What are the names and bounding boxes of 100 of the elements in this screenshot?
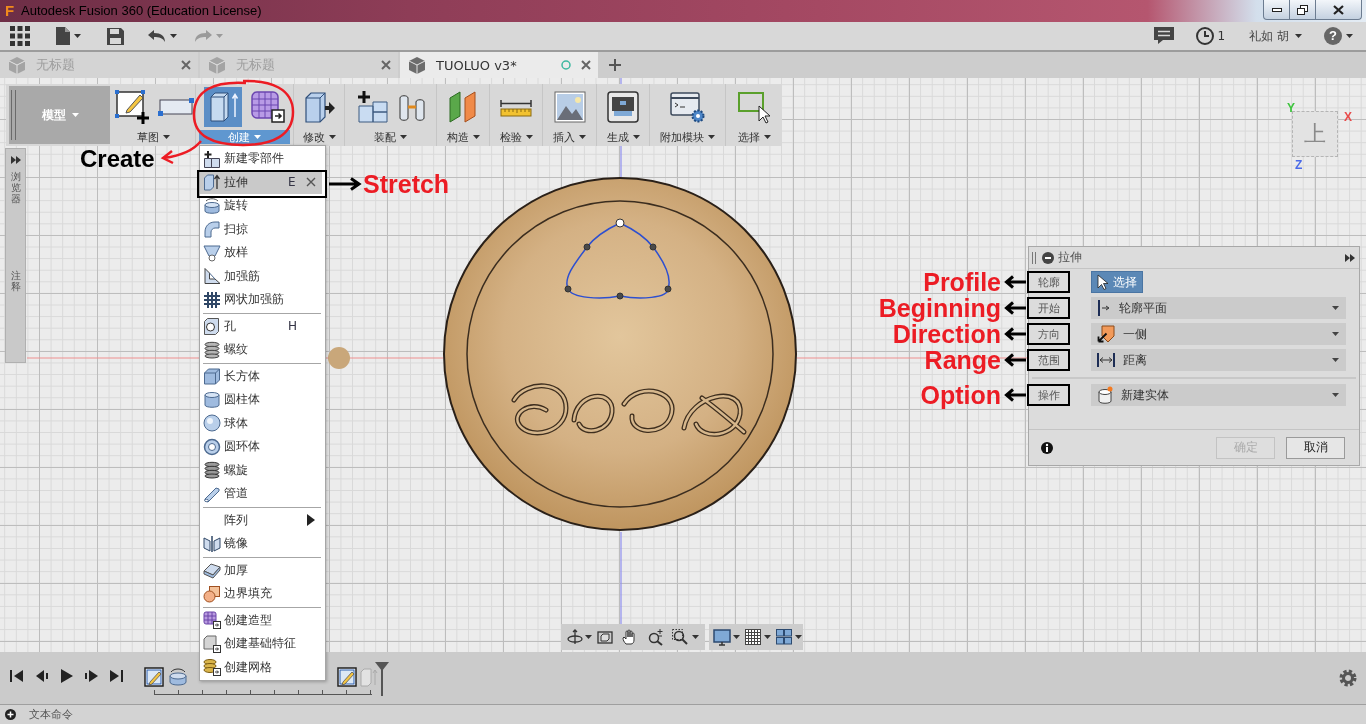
caret-icon[interactable] <box>795 635 802 639</box>
menu-item[interactable]: 边界填充 <box>200 582 322 606</box>
skip-to-start-icon[interactable] <box>10 669 23 683</box>
grid-cube-import-icon[interactable] <box>249 90 286 124</box>
menu-item[interactable]: 镜像 <box>200 532 322 556</box>
caret-icon[interactable] <box>764 635 771 639</box>
caret-icon[interactable] <box>585 635 592 639</box>
hand-icon[interactable] <box>622 629 638 645</box>
sketch-point[interactable] <box>564 285 572 293</box>
timeline-marker[interactable] <box>375 662 389 696</box>
caret-icon[interactable] <box>74 34 81 38</box>
caret-icon[interactable] <box>733 635 740 639</box>
grip-handle-icon[interactable] <box>1032 251 1036 264</box>
group-dropdown[interactable]: 插入 <box>547 130 592 144</box>
apps-grid-icon[interactable] <box>10 26 30 46</box>
play-icon[interactable] <box>60 669 73 683</box>
caret-icon[interactable] <box>328 135 336 139</box>
menu-item[interactable]: 旋转 <box>200 194 322 218</box>
group-dropdown[interactable]: 附加模块 <box>654 130 721 144</box>
caret-icon[interactable] <box>170 34 177 38</box>
settings-icon[interactable] <box>1339 669 1357 687</box>
close-icon[interactable] <box>581 60 591 70</box>
help-button[interactable]: ? <box>1324 27 1342 45</box>
menu-item[interactable]: 创建造型 <box>200 608 322 632</box>
caret-icon[interactable] <box>1346 34 1353 38</box>
document-tab[interactable]: TUOLUO v3* <box>400 52 598 78</box>
group-dropdown[interactable]: 检验 <box>493 130 539 144</box>
group-dropdown[interactable]: 构造 <box>440 130 486 144</box>
step-back-icon[interactable] <box>35 669 48 683</box>
caret-icon[interactable] <box>579 135 586 139</box>
caret-icon[interactable] <box>1332 306 1339 310</box>
user-name[interactable]: 礼如 胡 <box>1249 27 1289 45</box>
close-icon[interactable] <box>181 60 191 70</box>
menu-item[interactable]: 放样 <box>200 241 322 265</box>
sketch-point[interactable] <box>583 243 591 251</box>
plus-circle-icon[interactable] <box>5 709 16 720</box>
command-panel-toggle[interactable]: 文本命令 <box>29 707 73 722</box>
menu-item[interactable]: 阵列 <box>200 508 322 532</box>
grid-icon[interactable] <box>745 629 761 645</box>
group-dropdown[interactable]: 草图 <box>131 130 176 144</box>
caret-icon[interactable] <box>163 135 170 139</box>
caret-icon[interactable] <box>1332 358 1339 362</box>
ruler-icon[interactable] <box>500 97 532 117</box>
menu-item[interactable]: 圆柱体 <box>200 388 322 412</box>
select-button[interactable]: 选择 <box>1091 271 1143 293</box>
dropdown-field[interactable]: 新建实体 <box>1091 384 1346 406</box>
push-box-icon[interactable] <box>303 90 335 124</box>
viewports-icon[interactable] <box>776 629 792 645</box>
caret-icon[interactable] <box>1332 393 1339 397</box>
menu-item[interactable]: 长方体 <box>200 364 322 388</box>
caret-icon[interactable] <box>763 135 771 139</box>
undo-icon[interactable] <box>148 29 166 43</box>
menu-item[interactable]: 新建零部件 <box>200 147 322 171</box>
close-icon[interactable] <box>306 177 316 188</box>
sketch-feature-icon[interactable] <box>337 667 357 687</box>
step-forward-icon[interactable] <box>85 669 98 683</box>
skip-to-end-icon[interactable] <box>110 669 123 683</box>
sketch-point[interactable] <box>615 218 625 228</box>
group-dropdown[interactable]: 装配 <box>368 130 413 144</box>
dropdown-field[interactable]: 轮廓平面 <box>1091 297 1346 319</box>
framed-box-icon[interactable] <box>597 629 613 645</box>
comment-icon[interactable] <box>1153 27 1174 45</box>
caret-icon[interactable] <box>400 135 407 139</box>
menu-item[interactable]: 创建基础特征 <box>200 632 322 656</box>
menu-item[interactable]: 管道 <box>200 482 322 506</box>
caret-icon[interactable] <box>525 135 533 139</box>
printer-icon[interactable] <box>607 91 639 123</box>
menu-item[interactable]: 螺纹 <box>200 338 322 362</box>
orbit-icon[interactable] <box>567 629 583 645</box>
caret-icon[interactable] <box>472 135 480 139</box>
menu-item[interactable]: 加厚 <box>200 558 322 582</box>
menu-item[interactable]: 孔 H <box>200 314 322 338</box>
panel-tab[interactable]: 注释 <box>10 270 21 292</box>
revolve-feature-icon[interactable] <box>168 667 188 687</box>
expand-icon[interactable] <box>1345 253 1355 262</box>
caret-icon[interactable] <box>708 135 715 139</box>
close-icon[interactable] <box>381 60 391 70</box>
group-dropdown[interactable]: 选择 <box>731 130 777 144</box>
select-rectangle-icon[interactable] <box>737 90 771 124</box>
menu-item[interactable]: 拉伸 E <box>200 170 322 194</box>
menu-item[interactable]: 网状加强筋 <box>200 288 322 312</box>
plus-icon[interactable] <box>609 59 621 71</box>
menu-item[interactable]: 创建网格 <box>200 655 322 679</box>
menu-item[interactable]: 螺旋 <box>200 458 322 482</box>
script-gear-icon[interactable] <box>669 90 706 124</box>
grip-handle-icon[interactable] <box>11 90 16 140</box>
close-button[interactable] <box>1316 0 1362 20</box>
menu-item[interactable]: 圆环体 <box>200 435 322 459</box>
collapse-icon[interactable] <box>1042 251 1054 264</box>
menu-item[interactable]: 加强筋 <box>200 264 322 288</box>
caret-icon[interactable] <box>692 635 699 639</box>
dropdown-field[interactable]: 一侧 <box>1091 323 1346 345</box>
menu-item[interactable]: 扫掠 <box>200 217 322 241</box>
caret-icon[interactable] <box>632 135 640 139</box>
sketch-point[interactable] <box>649 243 657 251</box>
file-icon[interactable] <box>56 27 70 45</box>
zoom-window-icon[interactable] <box>672 629 688 645</box>
menu-item[interactable]: 球体 <box>200 411 322 435</box>
caret-icon[interactable] <box>1332 332 1339 336</box>
expand-icon[interactable] <box>10 156 21 164</box>
